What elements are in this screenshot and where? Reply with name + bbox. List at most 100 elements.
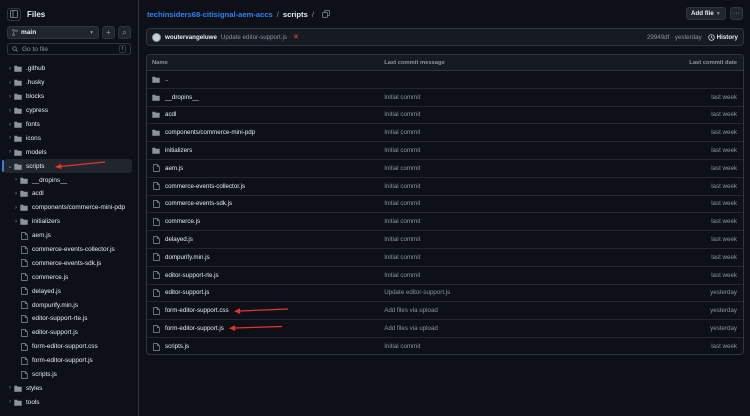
tree-folder[interactable]: › styles — [0, 381, 139, 395]
table-row[interactable]: aem.js Initial commit last week — [147, 160, 743, 178]
tree-folder[interactable]: › tools — [0, 395, 139, 409]
table-row[interactable]: scripts.js Initial commit last week — [147, 338, 743, 354]
chevron-right-icon[interactable]: › — [6, 108, 14, 114]
file-name-link[interactable]: editor-support.js — [165, 289, 209, 296]
search-button[interactable]: ⌕ — [118, 26, 131, 39]
tree-folder[interactable]: › blocks — [0, 90, 139, 104]
avatar[interactable] — [152, 32, 161, 42]
chevron-right-icon[interactable]: › — [12, 205, 20, 211]
file-name-link[interactable]: __dropins__ — [165, 94, 199, 101]
tree-folder[interactable]: › models — [0, 145, 139, 159]
tree-file[interactable]: aem.js — [0, 229, 139, 243]
cell-commit-message[interactable]: Initial commit — [384, 165, 633, 172]
table-row[interactable]: components/commerce-mini-pdp Initial comm… — [147, 124, 743, 143]
chevron-right-icon[interactable]: › — [6, 94, 14, 100]
table-row[interactable]: editor-support-rte.js Initial commit last … — [147, 267, 743, 285]
chevron-right-icon[interactable]: › — [12, 191, 20, 197]
tree-file[interactable]: editor-support-rte.js — [0, 312, 139, 326]
cell-commit-message[interactable]: Initial commit — [384, 94, 633, 101]
table-row[interactable]: dompurify.min.js Initial commit last week — [147, 249, 743, 267]
tree-folder[interactable]: › fonts — [0, 118, 139, 132]
copy-path-icon[interactable] — [322, 10, 330, 18]
file-name-link[interactable]: dompurify.min.js — [165, 254, 210, 261]
chevron-right-icon[interactable]: › — [6, 80, 14, 86]
tree-folder[interactable]: › cypress — [0, 104, 139, 118]
file-name-link[interactable]: initializers — [165, 147, 192, 154]
table-row[interactable]: form-editor-support.js Add files via uplo… — [147, 320, 743, 338]
chevron-right-icon[interactable]: › — [6, 122, 14, 128]
file-name-link[interactable]: form-editor-support.css — [165, 307, 229, 314]
cell-commit-message[interactable]: Initial commit — [384, 111, 633, 118]
cell-commit-message[interactable]: Initial commit — [384, 129, 633, 136]
commit-message[interactable]: Update editor-support.js — [221, 34, 287, 41]
chevron-right-icon[interactable]: › — [12, 177, 20, 183]
file-name-link[interactable]: form-editor-support.js — [165, 325, 224, 332]
add-file-button[interactable]: Add file ▼ — [686, 7, 726, 20]
cell-commit-message[interactable]: Add files via upload — [384, 325, 633, 332]
commit-sha-time[interactable]: 29949df · yesterday — [647, 34, 702, 41]
table-row[interactable]: editor-support.js Update editor-support.j… — [147, 285, 743, 303]
table-row[interactable]: delayed.js Initial commit last week — [147, 231, 743, 249]
tree-file[interactable]: delayed.js — [0, 284, 139, 298]
add-file-icon-button[interactable]: + — [102, 26, 115, 39]
cell-commit-message[interactable]: Add files via upload — [384, 307, 633, 314]
cell-commit-message[interactable]: Initial commit — [384, 343, 633, 350]
tree-folder[interactable]: › __dropins__ — [0, 173, 139, 187]
tree-folder[interactable]: › acdl — [0, 187, 139, 201]
file-name-link[interactable]: delayed.js — [165, 236, 193, 243]
cell-commit-message[interactable]: Initial commit — [384, 218, 633, 225]
chevron-right-icon[interactable]: › — [6, 385, 14, 391]
tree-file[interactable]: dompurify.min.js — [0, 298, 139, 312]
tree-file[interactable]: scripts.js — [0, 368, 139, 382]
file-name-link[interactable]: .. — [165, 76, 168, 83]
cell-commit-message[interactable]: Initial commit — [384, 254, 633, 261]
chevron-right-icon[interactable]: › — [12, 219, 20, 225]
breadcrumb-repo-link[interactable]: techinsiders68-citisignal-aem-accs — [147, 10, 273, 19]
cell-commit-message[interactable]: Initial commit — [384, 183, 633, 190]
file-name-link[interactable]: commerce.js — [165, 218, 200, 225]
chevron-right-icon[interactable]: › — [6, 149, 14, 155]
tree-file[interactable]: commerce-events-sdk.js — [0, 256, 139, 270]
cell-commit-message[interactable]: Initial commit — [384, 236, 633, 243]
tree-file[interactable]: commerce-events-collector.js — [0, 243, 139, 257]
go-to-file-input[interactable]: Go to file t — [7, 43, 131, 55]
tree-folder[interactable]: › icons — [0, 131, 139, 145]
table-row[interactable]: commerce-events-collector.js Initial comm… — [147, 178, 743, 196]
more-options-button[interactable]: ··· — [730, 7, 743, 20]
history-button[interactable]: History — [708, 34, 738, 41]
cell-commit-message[interactable]: Update editor-support.js — [384, 289, 633, 296]
chevron-right-icon[interactable]: › — [6, 66, 14, 72]
file-name-link[interactable]: acdl — [165, 111, 176, 118]
tree-file[interactable]: form-editor-support.css — [0, 340, 139, 354]
cell-commit-message[interactable]: Initial commit — [384, 147, 633, 154]
commit-author[interactable]: woutervangeluwe — [165, 34, 217, 41]
tree-file[interactable]: commerce.js — [0, 270, 139, 284]
tree-folder[interactable]: › initializers — [0, 215, 139, 229]
table-row[interactable]: initializers Initial commit last week — [147, 142, 743, 160]
file-name-link[interactable]: commerce-events-sdk.js — [165, 200, 232, 207]
failed-status-icon[interactable]: ✕ — [293, 33, 299, 41]
tree-folder[interactable]: ⌄ scripts — [2, 159, 132, 174]
chevron-right-icon[interactable]: › — [6, 135, 14, 141]
file-name-link[interactable]: components/commerce-mini-pdp — [165, 129, 255, 136]
table-row[interactable]: __dropins__ Initial commit last week — [147, 89, 743, 107]
collapse-sidebar-button[interactable] — [7, 7, 21, 21]
file-name-link[interactable]: scripts.js — [165, 343, 189, 350]
table-row[interactable]: commerce-events-sdk.js Initial commit last… — [147, 196, 743, 214]
tree-file[interactable]: form-editor-support.js — [0, 354, 139, 368]
chevron-right-icon[interactable]: › — [6, 399, 14, 405]
file-name-link[interactable]: commerce-events-collector.js — [165, 183, 245, 190]
branch-selector[interactable]: main ▼ — [7, 26, 99, 39]
tree-folder[interactable]: › components/commerce-mini-pdp — [0, 201, 139, 215]
table-row[interactable]: commerce.js Initial commit last week — [147, 213, 743, 232]
table-row[interactable]: .. — [147, 71, 743, 89]
table-row[interactable]: form-editor-support.css Add files via upl… — [147, 302, 743, 321]
cell-commit-message[interactable]: Initial commit — [384, 272, 633, 279]
table-row[interactable]: acdl Initial commit last week — [147, 107, 743, 125]
chevron-down-icon[interactable]: ⌄ — [6, 163, 14, 170]
cell-commit-message[interactable]: Initial commit — [384, 200, 633, 207]
tree-folder[interactable]: › .github — [0, 62, 139, 76]
file-name-link[interactable]: editor-support-rte.js — [165, 272, 219, 279]
file-name-link[interactable]: aem.js — [165, 165, 183, 172]
tree-file[interactable]: editor-support.js — [0, 326, 139, 340]
